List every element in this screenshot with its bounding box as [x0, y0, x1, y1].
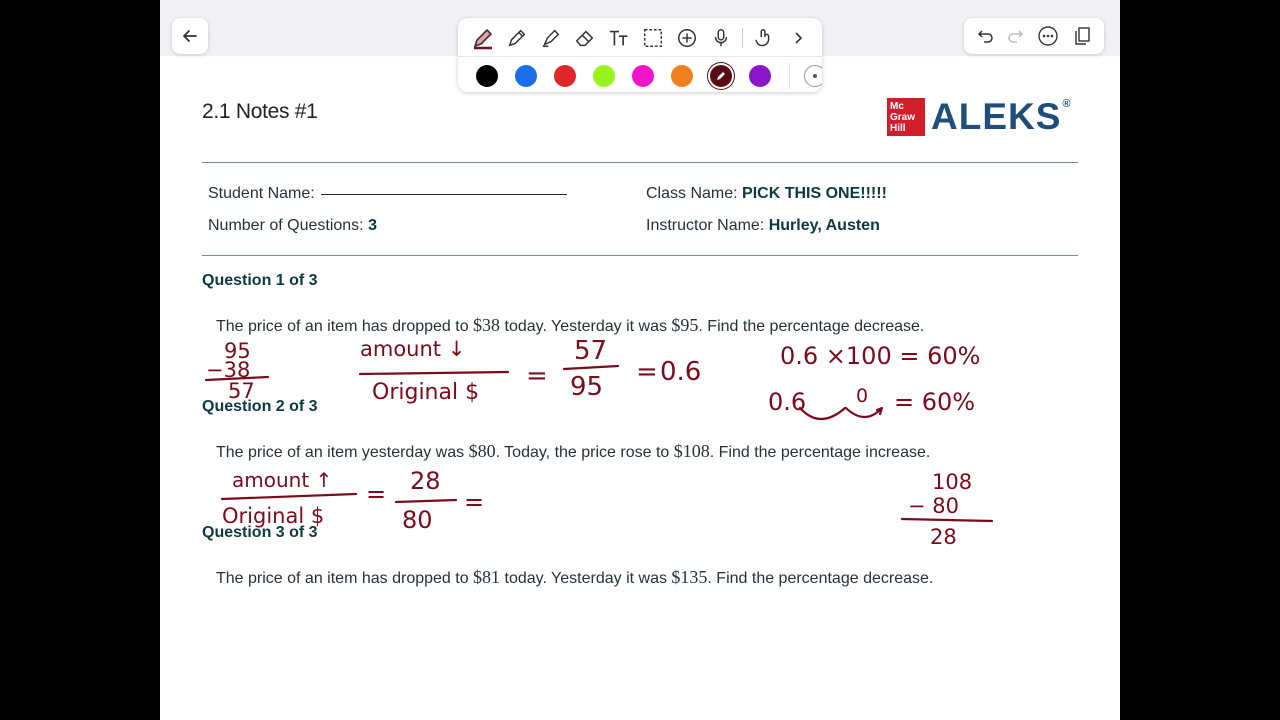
ink-q2-frac-line	[220, 492, 358, 501]
ink-q1-line2a: 0.6	[768, 388, 806, 416]
ink-q2-frac2-line	[394, 498, 458, 504]
ink-q1-den: 95	[570, 372, 603, 402]
ink-q1-frac-num: amount ↓	[360, 337, 465, 361]
ink-q1-frac-line	[358, 370, 510, 376]
ink-q2-sub-mid: − 80	[908, 494, 959, 518]
ink-q1-num: 57	[574, 336, 607, 366]
ink-q2-sub-line	[900, 517, 994, 523]
ink-q1-result: 0.6	[660, 357, 701, 387]
ink-q1-frac-den: Original $	[372, 380, 479, 405]
ink-q1-line2b: 0	[856, 385, 868, 407]
handwritten-annotations: 95 −38 57 amount ↓ Original $ = 57 95 = …	[204, 336, 994, 549]
ink-q2-sub-bot: 28	[930, 525, 957, 549]
ink-q2-frac-num: amount ↑	[232, 468, 332, 492]
ink-q1-decimal-arrows	[798, 406, 884, 421]
ink-q2-den: 80	[402, 506, 433, 534]
ink-q2-eq2: =	[464, 488, 484, 516]
notes-page: 2.1 Notes #1 Mc Graw Hill ALEKS® Student N…	[160, 0, 1120, 720]
ink-q1-eq2: =	[636, 357, 658, 387]
ink-q2-sub-top: 108	[932, 470, 972, 494]
ink-q1-line1: 0.6 ×100 = 60%	[780, 342, 980, 370]
ink-q1-line2c: = 60%	[894, 388, 975, 416]
ink-q2-num: 28	[410, 467, 441, 495]
ink-q1-sub-bot: 57	[228, 379, 255, 403]
ink-q1-eq1: =	[526, 361, 548, 391]
ink-q2-eq1: =	[366, 480, 386, 508]
ink-q2-frac-den: Original $	[222, 504, 324, 528]
ink-q1-frac2-line	[562, 364, 620, 371]
